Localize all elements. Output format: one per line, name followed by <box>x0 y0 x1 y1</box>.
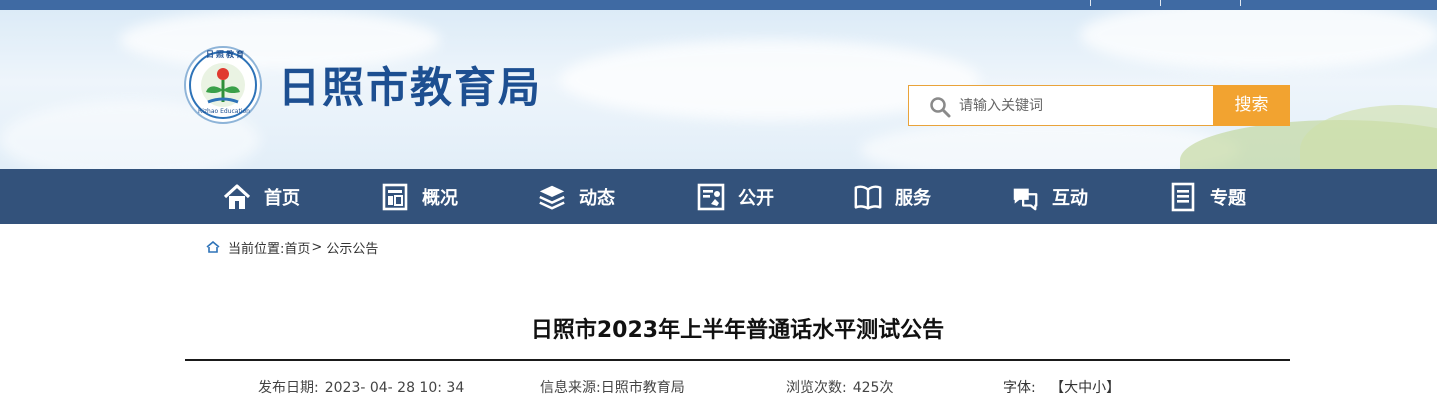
publish-date-label: 发布日期: <box>258 380 319 396</box>
document-icon <box>1168 182 1198 212</box>
font-bracket-close: 】 <box>1106 380 1121 396</box>
book-icon <box>853 182 883 212</box>
top-bar-divider <box>1160 0 1161 6</box>
chat-bubbles-icon <box>1010 182 1040 212</box>
view-count-label: 浏览次数: <box>786 380 847 396</box>
font-size-label: 字体: <box>1003 380 1036 396</box>
top-bar <box>0 0 1437 10</box>
home-icon <box>206 241 220 253</box>
overview-icon <box>380 182 410 212</box>
search-box <box>908 85 1214 126</box>
home-icon <box>222 182 252 212</box>
site-logo[interactable]: 日照教育 Rizhao Education <box>184 46 262 124</box>
font-size-large-button[interactable]: 大 <box>1064 380 1078 396</box>
nav-item-label: 动态 <box>579 187 615 209</box>
publish-date-value: 2023- 04- 28 10: 34 <box>324 380 465 396</box>
nav-item-home[interactable]: 首页 <box>222 169 300 224</box>
font-bracket-open: 【 <box>1050 380 1065 396</box>
nav-item-interaction[interactable]: 互动 <box>1010 169 1088 224</box>
nav-item-label: 专题 <box>1210 187 1246 209</box>
breadcrumb-separator: > <box>311 239 323 255</box>
nav-item-services[interactable]: 服务 <box>853 169 931 224</box>
search-button[interactable]: 搜索 <box>1213 85 1290 126</box>
nav-item-disclosure[interactable]: 公开 <box>696 169 774 224</box>
logo-subtext: Rizhao Education <box>198 108 250 115</box>
top-bar-divider <box>1240 0 1241 6</box>
top-bar-divider <box>1090 0 1091 6</box>
font-size-medium-button[interactable]: 中 <box>1078 380 1092 396</box>
search-input[interactable] <box>959 86 1209 125</box>
breadcrumb: 当前位置: 首页 > 公示公告 <box>206 237 378 257</box>
logo-text: 日照教育 <box>206 50 246 59</box>
news-stack-icon <box>537 182 567 212</box>
title-divider <box>185 359 1290 361</box>
view-count-value: 425次 <box>852 380 894 396</box>
main-nav: 首页 概况 动态 公开 服务 互动 专题 <box>0 169 1437 224</box>
info-source: 信息来源:日照市教育局 <box>540 378 685 398</box>
font-size-small-button[interactable]: 小 <box>1092 380 1106 396</box>
nav-item-label: 服务 <box>895 187 931 209</box>
publish-date: 发布日期: 2023- 04- 28 10: 34 <box>258 378 464 398</box>
nav-item-news[interactable]: 动态 <box>537 169 615 224</box>
nav-item-overview[interactable]: 概况 <box>380 169 458 224</box>
breadcrumb-current-link[interactable]: 公示公告 <box>326 238 378 257</box>
site-title[interactable]: 日照市教育局 <box>278 60 542 116</box>
nav-item-topics[interactable]: 专题 <box>1168 169 1246 224</box>
nav-item-label: 公开 <box>738 187 774 209</box>
view-count: 浏览次数: 425次 <box>786 378 893 398</box>
search-icon <box>930 97 951 118</box>
nav-item-label: 首页 <box>264 187 300 209</box>
breadcrumb-prefix: 当前位置: <box>228 241 285 257</box>
info-source-value: 日照市教育局 <box>600 380 685 396</box>
font-size-controls: 字体: 【大中小】 <box>1003 378 1120 398</box>
breadcrumb-home-link[interactable]: 首页 <box>284 238 310 257</box>
article-title: 日照市2023年上半年普通话水平测试公告 <box>530 318 945 343</box>
nav-item-label: 互动 <box>1052 187 1088 209</box>
info-source-label: 信息来源: <box>540 380 601 396</box>
disclosure-icon <box>696 182 726 212</box>
nav-item-label: 概况 <box>422 187 458 209</box>
